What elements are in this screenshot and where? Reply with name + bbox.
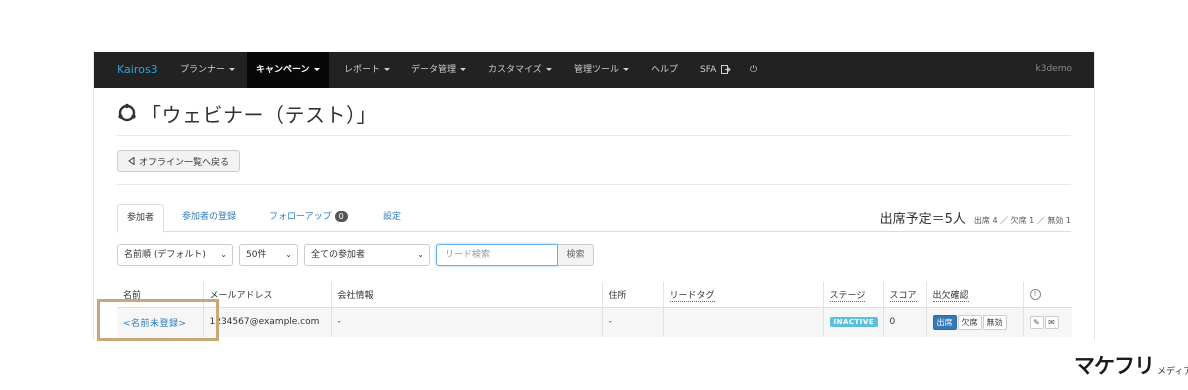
external-link-icon <box>721 65 731 74</box>
cell-stage: INACTIVE <box>823 307 884 337</box>
column-header-company[interactable]: 会社情報 <box>331 282 603 308</box>
nav-campaign[interactable]: キャンペーン <box>247 52 329 88</box>
scheduled-attendance: 出席予定＝5人 <box>879 212 966 227</box>
nav-planner[interactable]: プランナー <box>180 52 236 88</box>
top-navbar: Kairos3 プランナー キャンペーン レポート データ管理 カスタマイズ 管… <box>94 52 1094 88</box>
tab-participants[interactable]: 参加者 <box>117 204 165 233</box>
cell-address: - <box>602 307 664 337</box>
attendance-summary: 出席予定＝5人 出席 4 ／ 欠席 1 ／ 無効 1 <box>880 208 1071 227</box>
nav-help[interactable]: ヘルプ <box>651 52 678 88</box>
page-header: 「ウェビナー（テスト）」 <box>117 98 377 128</box>
caret-down-icon <box>229 68 236 71</box>
audience-select[interactable]: 全ての参加者 ⌄ <box>304 244 430 266</box>
participants-table: 名前 メールアドレス 会社情報 住所 リードタグ ステージ スコア 出欠確認 !… <box>117 282 1072 337</box>
info-icon: ! <box>1029 288 1041 300</box>
nav-report[interactable]: レポート <box>344 52 391 88</box>
edit-pencil-icon[interactable]: ✎ <box>1029 315 1044 329</box>
watermark-main-text: マケフリ <box>1074 354 1155 378</box>
nav-planner-label: プランナー <box>180 65 226 75</box>
divider <box>117 135 1071 136</box>
nav-admin-tools-label: 管理ツール <box>574 65 620 75</box>
caret-down-icon <box>313 68 320 71</box>
annotation-highlight-box <box>97 299 219 341</box>
caret-down-icon <box>623 68 630 71</box>
per-page-select[interactable]: 50件 ⌄ <box>239 244 298 266</box>
chevron-down-icon: ⌄ <box>285 250 292 259</box>
score-header-label: スコア <box>889 290 917 302</box>
page-title: 「ウェビナー（テスト）」 <box>141 102 377 127</box>
sort-select-value: 名前順 (デフォルト) <box>124 250 206 260</box>
caret-down-icon <box>460 68 467 71</box>
sort-select[interactable]: 名前順 (デフォルト) ⌄ <box>117 244 233 266</box>
absent-button[interactable]: 欠席 <box>957 314 982 330</box>
nav-report-label: レポート <box>344 65 381 75</box>
cell-lead-tag <box>663 307 824 337</box>
invalid-button[interactable]: 無効 <box>982 314 1007 330</box>
cell-actions: ✎ ✉ <box>1023 307 1072 337</box>
tab-register-participants[interactable]: 参加者の登録 <box>173 204 245 232</box>
nav-help-label: ヘルプ <box>651 65 679 75</box>
tab-follow-up[interactable]: フォローアップ 0 <box>260 204 357 232</box>
attend-button[interactable]: 出席 <box>932 314 957 330</box>
column-header-lead-tag[interactable]: リードタグ <box>663 282 824 308</box>
lead-search-input[interactable]: リード検索 <box>436 244 558 266</box>
nav-campaign-label: キャンペーン <box>256 65 310 75</box>
column-header-email[interactable]: メールアドレス <box>203 282 332 308</box>
attendance-breakdown: 出席 4 ／ 欠席 1 ／ 無効 1 <box>973 216 1071 225</box>
caret-down-icon <box>384 68 391 71</box>
nav-data-management[interactable]: データ管理 <box>411 52 467 88</box>
back-to-offline-list-button[interactable]: オフライン一覧へ戻る <box>117 150 241 172</box>
column-header-attendance[interactable]: 出欠確認 <box>926 282 1024 308</box>
user-menu[interactable]: k3demo <box>1036 64 1072 74</box>
cell-company: - <box>331 307 603 337</box>
nav-customize[interactable]: カスタマイズ <box>488 52 552 88</box>
column-header-stage[interactable]: ステージ <box>823 282 884 308</box>
nav-data-management-label: データ管理 <box>411 65 457 75</box>
column-header-score[interactable]: スコア <box>883 282 927 308</box>
column-header-info: ! <box>1023 282 1072 308</box>
tab-settings[interactable]: 設定 <box>374 204 410 232</box>
mail-icon[interactable]: ✉ <box>1044 315 1059 329</box>
stage-badge: INACTIVE <box>829 317 879 328</box>
power-icon[interactable]: ⏻ <box>750 52 757 88</box>
caret-down-icon <box>545 68 552 71</box>
table-header-row: 名前 メールアドレス 会社情報 住所 リードタグ ステージ スコア 出欠確認 ! <box>117 282 1072 308</box>
audience-value: 全ての参加者 <box>311 250 366 260</box>
cell-attendance: 出席 欠席 無効 <box>926 307 1024 337</box>
app-window: Kairos3 プランナー キャンペーン レポート データ管理 カスタマイズ 管… <box>93 52 1095 340</box>
nav-customize-label: カスタマイズ <box>488 65 542 75</box>
chevron-down-icon: ⌄ <box>417 250 424 259</box>
lead-tag-header-label: リードタグ <box>669 290 715 302</box>
cell-score: 0 <box>883 307 927 337</box>
column-header-address[interactable]: 住所 <box>602 282 664 308</box>
stage-header-label: ステージ <box>829 290 866 302</box>
back-button-label: オフライン一覧へ戻る <box>139 157 230 168</box>
tab-bar: 参加者 参加者の登録 フォローアップ 0 設定 出席予定＝5人 出席 4 ／ 欠席… <box>117 204 1071 233</box>
spinner-icon <box>118 103 136 122</box>
watermark-sub-text: メディア <box>1157 367 1188 377</box>
brand-logo[interactable]: Kairos3 <box>117 63 158 76</box>
tab-follow-up-label: フォローアップ <box>269 212 332 222</box>
search-button[interactable]: 検索 <box>558 244 594 266</box>
chevron-down-icon: ⌄ <box>220 250 227 259</box>
table-row: <名前未登録> 1234567@example.com - - INACTIVE… <box>117 307 1072 337</box>
divider <box>117 184 1071 185</box>
nav-admin-tools[interactable]: 管理ツール <box>574 52 630 88</box>
nav-sfa[interactable]: SFA <box>700 52 731 88</box>
cell-email: 1234567@example.com <box>203 307 332 337</box>
per-page-value: 50件 <box>246 250 267 260</box>
follow-up-count-badge: 0 <box>334 211 348 222</box>
triangle-left-icon <box>128 157 135 165</box>
nav-sfa-label: SFA <box>700 65 717 75</box>
attendance-header-label: 出欠確認 <box>932 290 969 302</box>
watermark-logo: マケフリ メディア <box>1074 350 1188 380</box>
